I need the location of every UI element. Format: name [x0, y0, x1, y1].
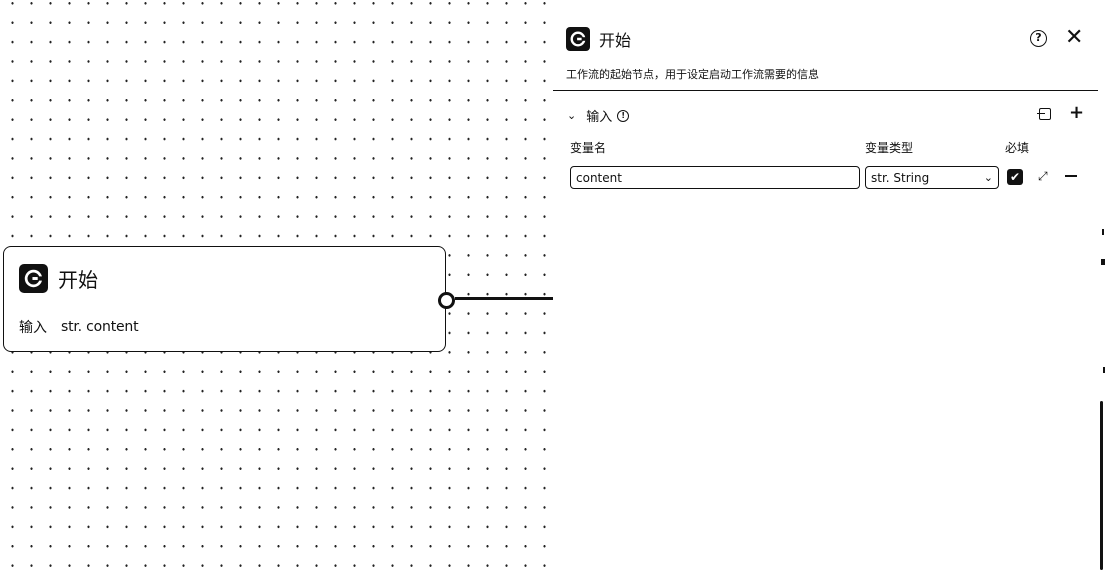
- variable-type-select[interactable]: str. String ⌄: [865, 166, 999, 189]
- scroll-marker: [1101, 259, 1105, 265]
- input-variable: str. content: [61, 319, 139, 335]
- start-node[interactable]: 开始 输入 str. content: [3, 246, 446, 352]
- variable-name-input[interactable]: content: [570, 166, 860, 189]
- start-node-inputs: 输入 str. content: [19, 317, 139, 337]
- info-icon[interactable]: !: [617, 109, 630, 122]
- node-settings-panel: 开始 ? ✕ 工作流的起始节点，用于设定启动工作流需要的信息 ⌄ 输入 ! + …: [553, 0, 1107, 570]
- add-icon[interactable]: +: [1069, 103, 1084, 123]
- help-icon[interactable]: ?: [1030, 30, 1047, 47]
- inputs-section-title: 输入: [586, 110, 613, 125]
- minus-icon[interactable]: [1065, 175, 1077, 177]
- chevron-down-icon: ⌄: [983, 171, 993, 184]
- column-header-name: 变量名: [570, 141, 607, 155]
- inputs-section-header[interactable]: ⌄ 输入 !: [567, 106, 630, 125]
- connection-edge[interactable]: [455, 297, 553, 300]
- chevron-down-icon[interactable]: ⌄: [567, 109, 576, 122]
- start-node-title: 开始: [58, 268, 98, 292]
- divider: [553, 90, 1098, 91]
- input-label: 输入: [19, 320, 47, 336]
- close-icon[interactable]: ✕: [1065, 27, 1083, 49]
- app-logo-icon: [566, 27, 590, 51]
- import-icon[interactable]: [1037, 108, 1051, 120]
- panel-title: 开始: [599, 31, 632, 50]
- start-node-header: 开始: [19, 264, 98, 293]
- panel-header: 开始: [566, 27, 631, 51]
- workflow-canvas[interactable]: 开始 输入 str. content: [0, 0, 553, 570]
- expand-icon[interactable]: ⤢: [1038, 169, 1048, 184]
- required-checkbox[interactable]: ✔: [1007, 169, 1023, 185]
- column-header-type: 变量类型: [865, 141, 914, 155]
- scroll-marker: [1103, 367, 1105, 373]
- panel-description: 工作流的起始节点，用于设定启动工作流需要的信息: [566, 68, 819, 81]
- output-handle[interactable]: [438, 292, 455, 309]
- scroll-marker: [1102, 229, 1104, 235]
- variable-type-value: str. String: [871, 170, 930, 185]
- scrollbar[interactable]: [1100, 401, 1103, 570]
- column-header-required: 必填: [1005, 141, 1030, 155]
- app-logo-icon: [19, 264, 48, 293]
